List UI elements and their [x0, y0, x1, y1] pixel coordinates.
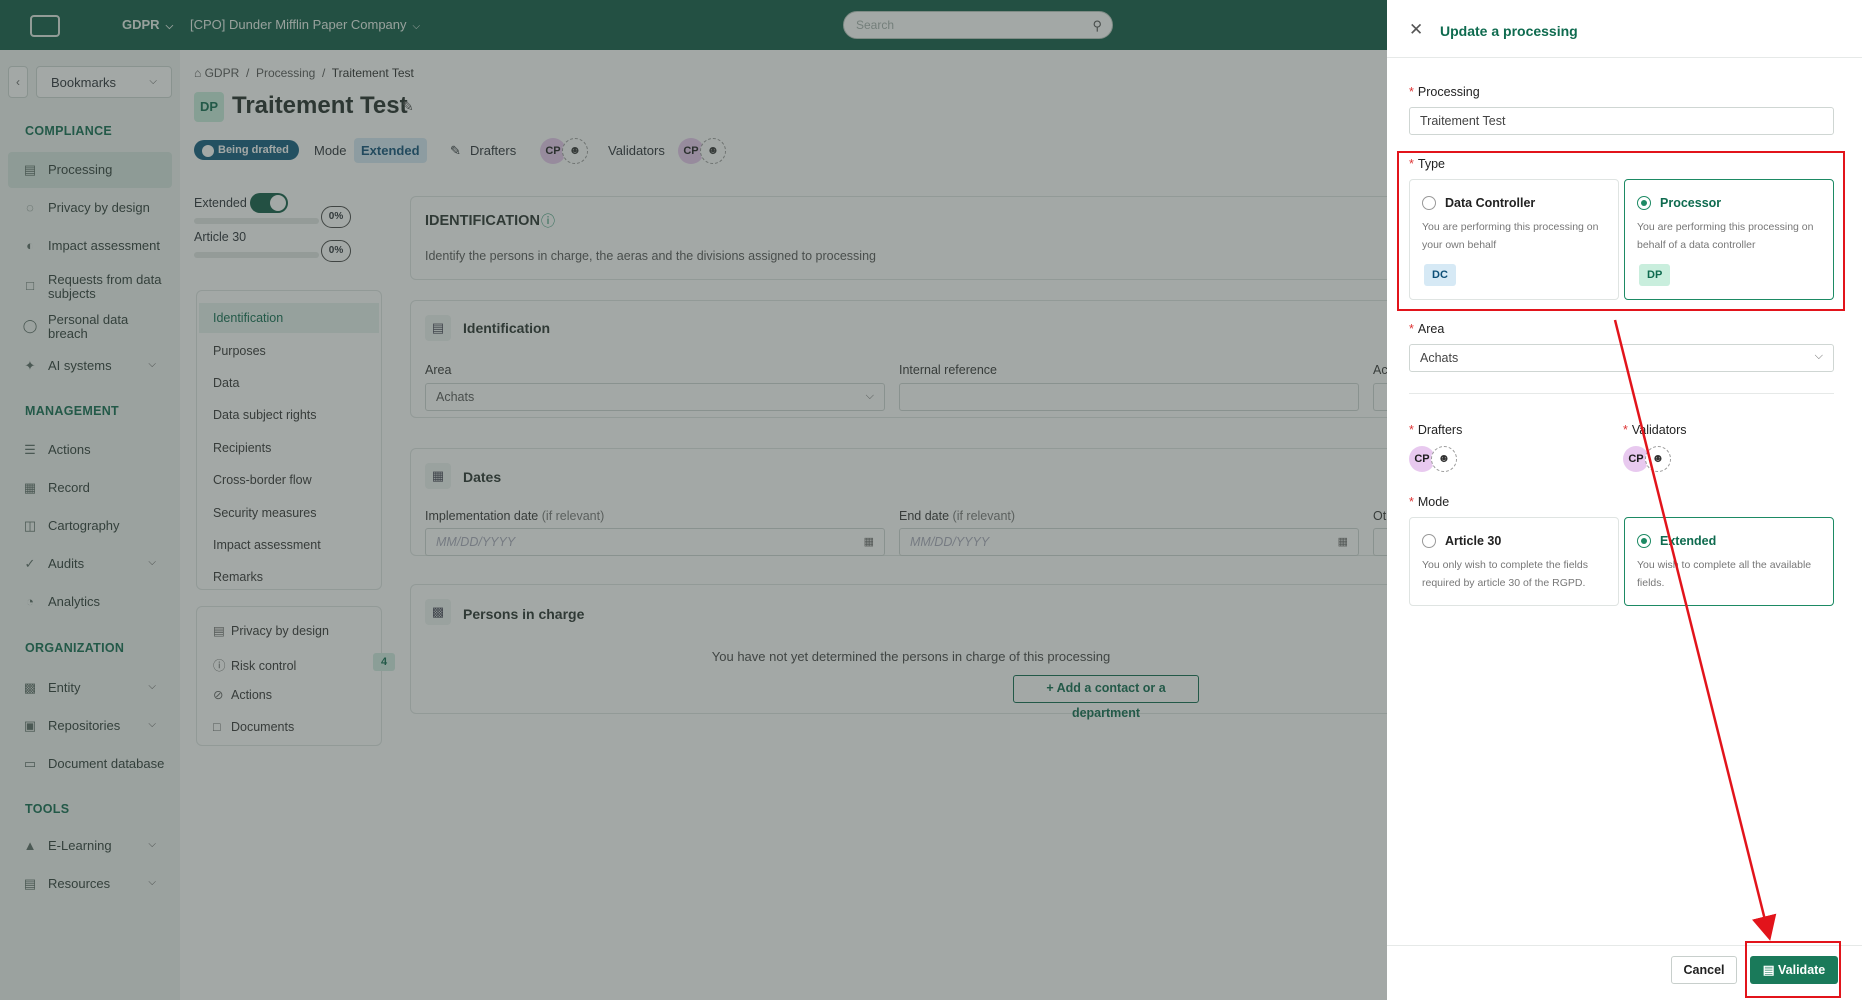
validators-label: * Validators [1623, 423, 1687, 437]
drafters-label: * Drafters [1409, 423, 1463, 437]
label-text: Area [1417, 322, 1445, 336]
update-processing-panel: ✕ Update a processing * Processing Traite… [1387, 0, 1862, 1000]
mode-option-extended[interactable]: Extended You wish to complete all the av… [1624, 517, 1834, 606]
option-title: Article 30 [1445, 534, 1502, 548]
chevron-down-icon: ⌵ [1814, 350, 1823, 362]
panel-header: ✕ Update a processing [1387, 0, 1862, 58]
option-description: You wish to complete all the available f… [1637, 559, 1812, 589]
annotation-type-highlight [1397, 151, 1845, 311]
option-title: Extended [1660, 534, 1717, 548]
radio-button[interactable] [1422, 534, 1436, 548]
label-text: Processing [1417, 85, 1480, 99]
processing-label: * Processing [1409, 85, 1480, 99]
input-value: Traitement Test [1420, 114, 1506, 128]
panel-title: Update a processing [1440, 23, 1578, 39]
area-label: * Area [1409, 322, 1445, 336]
label-text: Validators [1631, 423, 1687, 437]
cancel-button[interactable]: Cancel [1671, 956, 1737, 984]
modal-backdrop[interactable] [0, 0, 1387, 1000]
select-value: Achats [1420, 351, 1459, 365]
mode-option-article30[interactable]: Article 30 You only wish to complete the… [1409, 517, 1619, 606]
area-select[interactable]: Achats ⌵ [1409, 344, 1834, 372]
label-text: Drafters [1417, 423, 1463, 437]
add-validator-icon[interactable]: ☻ [1645, 446, 1671, 472]
processing-input[interactable]: Traitement Test [1409, 107, 1834, 135]
divider [1409, 393, 1834, 394]
mode-label: * Mode [1409, 495, 1450, 509]
annotation-validate-highlight [1745, 941, 1841, 998]
radio-button[interactable] [1637, 534, 1651, 548]
label-text: Mode [1417, 495, 1450, 509]
add-drafter-icon[interactable]: ☻ [1431, 446, 1457, 472]
option-description: You only wish to complete the fields req… [1422, 559, 1588, 589]
close-icon[interactable]: ✕ [1409, 20, 1423, 40]
